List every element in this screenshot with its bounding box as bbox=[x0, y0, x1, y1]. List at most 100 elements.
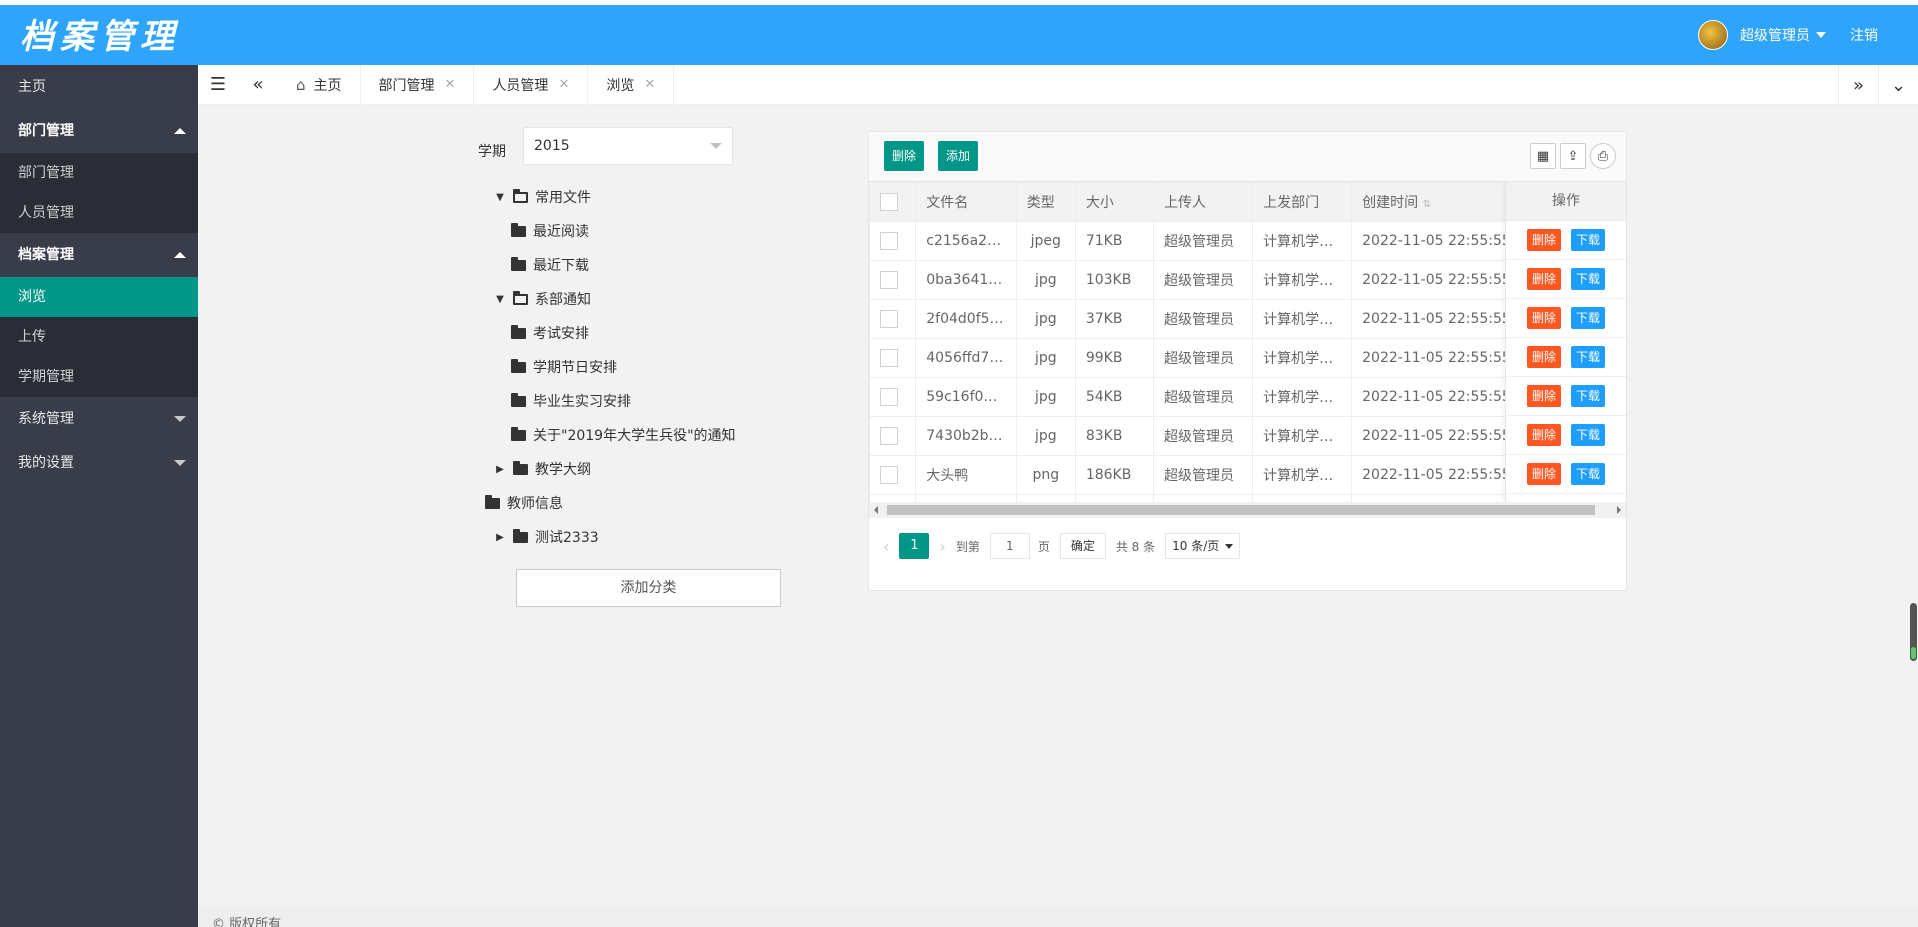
sidebar-item-browse[interactable]: 浏览 bbox=[0, 277, 198, 317]
row-download-button[interactable]: 下载 bbox=[1571, 385, 1606, 407]
sidebar-item-staff-manage[interactable]: 人员管理 bbox=[0, 193, 198, 233]
goto-confirm-button[interactable]: 确定 bbox=[1059, 533, 1106, 559]
tab-dept-manage[interactable]: 部门管理 ✕ bbox=[361, 64, 475, 105]
folder-icon bbox=[511, 256, 526, 271]
page-current[interactable]: 1 bbox=[899, 533, 930, 559]
tab-staff-manage[interactable]: 人员管理 ✕ bbox=[474, 64, 589, 105]
tab-browse[interactable]: 浏览 ✕ bbox=[588, 64, 675, 105]
sidebar-group-archive[interactable]: 档案管理 bbox=[0, 233, 198, 277]
actions-column-fixed: 操作 删除下载删除下载删除下载删除下载删除下载删除下载删除下载删除下载 bbox=[1505, 182, 1626, 502]
export-icon[interactable]: ⇪ bbox=[1560, 143, 1586, 169]
created-time-cell: 2022-11-05 22:55:55 bbox=[1351, 494, 1522, 502]
row-checkbox[interactable] bbox=[880, 466, 898, 484]
term-select[interactable]: 2015 bbox=[523, 127, 733, 165]
column-header[interactable]: 大小 bbox=[1074, 182, 1155, 222]
column-header[interactable]: 类型 bbox=[1015, 182, 1076, 222]
menu-toggle-icon[interactable]: ☰ bbox=[198, 65, 238, 105]
caret-down-icon[interactable]: ▼ bbox=[493, 294, 507, 305]
row-download-button[interactable]: 下载 bbox=[1571, 424, 1606, 446]
row-checkbox[interactable] bbox=[880, 271, 898, 289]
prev-page-icon[interactable]: ‹ bbox=[883, 537, 889, 556]
columns-filter-icon[interactable]: ▦ bbox=[1530, 143, 1556, 169]
page-size-select[interactable]: 10 条/页 bbox=[1165, 533, 1241, 559]
add-category-button[interactable]: 添加分类 bbox=[516, 569, 781, 607]
row-download-button[interactable]: 下载 bbox=[1571, 229, 1606, 251]
sidebar-item-term-manage[interactable]: 学期管理 bbox=[0, 357, 198, 397]
tab-home[interactable]: ⌂ 主页 bbox=[278, 64, 361, 105]
column-header[interactable]: 上传人 bbox=[1153, 182, 1254, 222]
row-checkbox[interactable] bbox=[880, 427, 898, 445]
row-download-button[interactable]: 下载 bbox=[1571, 268, 1606, 290]
scroll-right-icon[interactable]: » bbox=[1838, 65, 1878, 105]
row-delete-button[interactable]: 删除 bbox=[1526, 463, 1561, 485]
column-header[interactable]: 文件名 bbox=[915, 182, 1017, 222]
goto-page-input[interactable]: 1 bbox=[989, 533, 1030, 559]
row-delete-button[interactable]: 删除 bbox=[1526, 229, 1561, 251]
row-download-button[interactable]: 下载 bbox=[1571, 463, 1606, 485]
caret-right-icon[interactable]: ▶ bbox=[493, 464, 507, 475]
close-icon[interactable]: ✕ bbox=[558, 77, 569, 92]
close-icon[interactable]: ✕ bbox=[644, 77, 655, 92]
sort-icon[interactable]: ⇅ bbox=[1423, 199, 1431, 210]
tree-node[interactable]: ▶ 教学大纲 bbox=[493, 452, 736, 486]
sidebar-item-home[interactable]: 主页 bbox=[0, 65, 198, 109]
row-select-cell bbox=[869, 416, 917, 456]
scroll-left-arrow-icon[interactable] bbox=[874, 506, 878, 514]
scroll-left-icon[interactable]: « bbox=[238, 65, 278, 105]
batch-delete-button[interactable]: 删除 bbox=[884, 141, 925, 171]
caret-right-icon[interactable]: ▶ bbox=[493, 532, 507, 543]
chevron-down-icon[interactable] bbox=[1816, 32, 1826, 38]
next-page-icon[interactable]: › bbox=[939, 537, 945, 556]
scrollbar-thumb[interactable] bbox=[887, 505, 1595, 515]
sidebar-item-upload[interactable]: 上传 bbox=[0, 317, 198, 357]
row-delete-button[interactable]: 删除 bbox=[1526, 307, 1561, 329]
row-checkbox[interactable] bbox=[880, 232, 898, 250]
tree-node[interactable]: 最近下载 bbox=[493, 248, 736, 282]
scroll-right-arrow-icon[interactable] bbox=[1617, 506, 1621, 514]
caret-down-icon[interactable]: ▼ bbox=[493, 192, 507, 203]
tree-node[interactable]: 考试安排 bbox=[493, 316, 736, 350]
row-delete-button[interactable]: 删除 bbox=[1526, 385, 1561, 407]
print-icon[interactable]: ⎙ bbox=[1590, 143, 1616, 169]
sidebar-group-settings[interactable]: 我的设置 bbox=[0, 441, 198, 485]
sidebar-group-dept[interactable]: 部门管理 bbox=[0, 109, 198, 153]
tree-node[interactable]: 毕业生实习安排 bbox=[493, 384, 736, 418]
close-icon[interactable]: ✕ bbox=[445, 77, 456, 92]
uploader-cell: 超级管理员 bbox=[1153, 377, 1254, 417]
tree-node[interactable]: 关于"2019年大学生兵役"的通知 bbox=[493, 418, 736, 452]
tree-node[interactable]: ▼ 常用文件 bbox=[493, 180, 736, 214]
horizontal-scrollbar[interactable] bbox=[869, 502, 1626, 518]
tree-node[interactable]: 最近阅读 bbox=[493, 214, 736, 248]
row-download-button[interactable]: 下载 bbox=[1571, 346, 1606, 368]
sidebar-group-system[interactable]: 系统管理 bbox=[0, 397, 198, 441]
row-download-button[interactable]: 下载 bbox=[1571, 307, 1606, 329]
folder-icon bbox=[485, 494, 500, 509]
row-delete-button[interactable]: 删除 bbox=[1526, 268, 1561, 290]
column-header[interactable]: 上发部门 bbox=[1252, 182, 1353, 222]
sidebar-item-dept-manage[interactable]: 部门管理 bbox=[0, 153, 198, 193]
row-checkbox[interactable] bbox=[880, 388, 898, 406]
row-delete-button[interactable]: 删除 bbox=[1526, 346, 1561, 368]
row-checkbox[interactable] bbox=[880, 349, 898, 367]
tree-node-label: 关于"2019年大学生兵役"的通知 bbox=[533, 428, 736, 444]
select-all-checkbox[interactable] bbox=[880, 193, 898, 211]
tab-menu-chevron-icon[interactable]: ⌄ bbox=[1878, 65, 1918, 105]
tree-node[interactable]: ▶ 测试2333 bbox=[493, 520, 736, 554]
user-menu[interactable]: 超级管理员 bbox=[1740, 25, 1810, 45]
logout-link[interactable]: 注销 bbox=[1850, 25, 1878, 45]
tree-node[interactable]: 教师信息 bbox=[485, 486, 736, 520]
row-delete-button[interactable]: 删除 bbox=[1526, 424, 1561, 446]
tree-node-label: 常用文件 bbox=[535, 190, 591, 206]
sidebar-group-label: 我的设置 bbox=[18, 455, 74, 471]
add-button[interactable]: 添加 bbox=[938, 141, 979, 171]
tree-node[interactable]: 学期节日安排 bbox=[493, 350, 736, 384]
top-header: 档案管理 超级管理员 注销 bbox=[0, 0, 1918, 65]
chevron-down-icon bbox=[710, 143, 722, 149]
page-scrollbar[interactable] bbox=[1910, 603, 1917, 661]
user-avatar[interactable] bbox=[1698, 20, 1728, 50]
tree-node-label: 考试安排 bbox=[533, 326, 589, 342]
tree-node[interactable]: ▼ 系部通知 bbox=[493, 282, 736, 316]
column-header-sortable[interactable]: 创建时间 ⇅ bbox=[1351, 182, 1522, 222]
row-checkbox[interactable] bbox=[880, 310, 898, 328]
row-actions: 删除下载 bbox=[1506, 494, 1626, 502]
